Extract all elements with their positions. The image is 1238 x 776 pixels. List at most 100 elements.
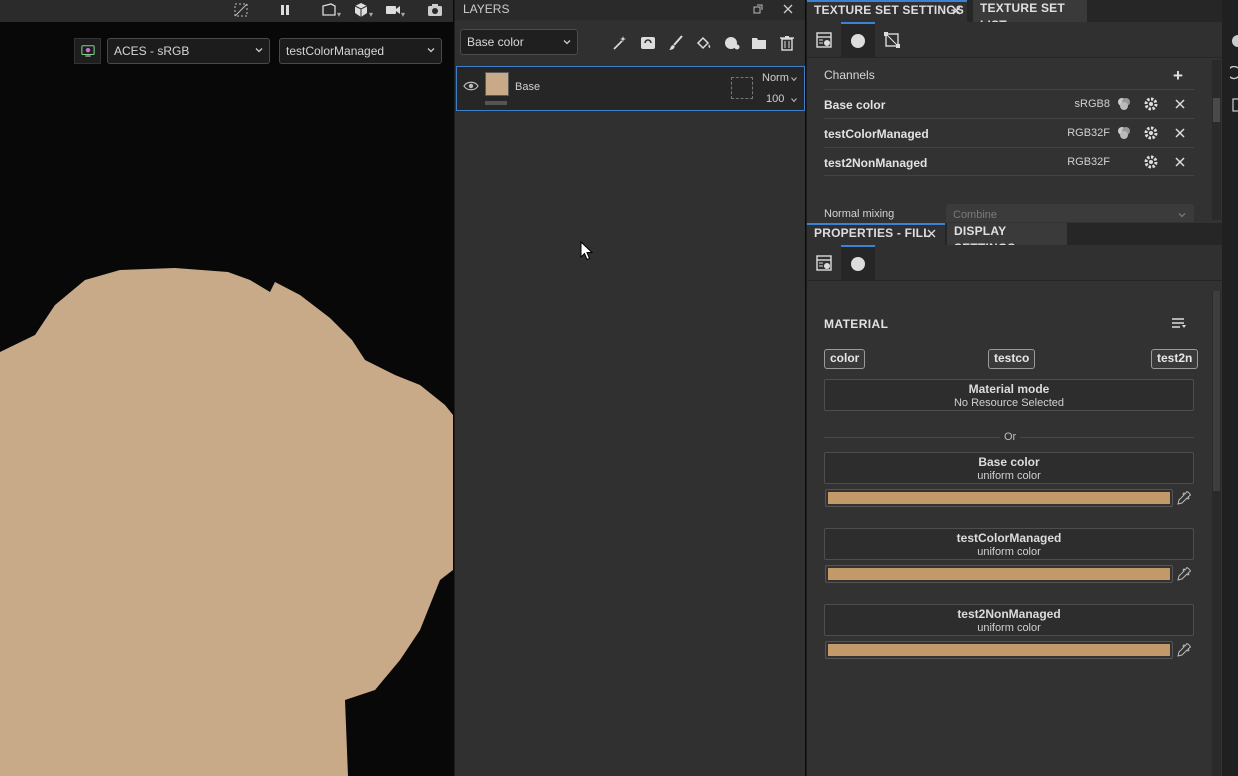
channel-format[interactable]: RGB32F [1067, 127, 1110, 139]
display-mode-icon[interactable] [74, 38, 101, 64]
3d-viewport[interactable]: ▾ ▾ ▾ ACES - sRGB testColorManaged [0, 0, 453, 776]
material-mode-slot[interactable]: Material mode No Resource Selected [824, 379, 1194, 411]
trash-icon[interactable] [777, 33, 797, 53]
channel-format[interactable]: sRGB8 [1075, 98, 1110, 110]
swatch-fill [828, 492, 1170, 504]
tss-scrollbar[interactable] [1212, 60, 1221, 220]
texture-set-settings-panel: TEXTURE SET SETTINGS TEXTURE SET LIST Ch… [807, 0, 1222, 222]
normal-mixing-select[interactable]: Combine [946, 204, 1194, 222]
gear-icon[interactable] [1143, 125, 1159, 141]
channel-row: Base color sRGB8 [824, 89, 1194, 118]
close-icon[interactable] [783, 4, 793, 14]
close-icon[interactable] [1172, 125, 1188, 141]
document-icon[interactable] [1230, 98, 1238, 112]
eyedropper-icon[interactable] [1177, 643, 1191, 657]
gear-icon[interactable] [1143, 154, 1159, 170]
material-mode-title: Material mode [968, 382, 1050, 396]
folder-icon[interactable] [749, 33, 769, 53]
chevron-down-icon [255, 48, 263, 53]
channel-view-select[interactable]: testColorManaged [279, 38, 442, 64]
channel-tag-color[interactable]: color [824, 349, 866, 369]
slot-subtitle: uniform color [977, 546, 1041, 558]
perspective-icon[interactable]: ▾ [317, 0, 341, 20]
eyedropper-icon[interactable] [1177, 491, 1191, 505]
pause-icon[interactable] [273, 0, 297, 20]
scrollbar-thumb[interactable] [1213, 291, 1220, 491]
layer-thumbnail[interactable] [485, 72, 509, 96]
colorspace-value: ACES - sRGB [114, 44, 190, 58]
base-color-swatch[interactable] [825, 489, 1173, 507]
colorspace-icon[interactable] [1116, 125, 1132, 141]
cube-icon[interactable]: ▾ [349, 0, 373, 20]
channel-format[interactable]: RGB32F [1067, 156, 1110, 168]
testcolormanaged-swatch[interactable] [825, 565, 1173, 583]
layers-title: LAYERS [463, 2, 510, 16]
props-tabbar: PROPERTIES - FILL DISPLAY SETTINGS [807, 223, 1238, 255]
layer-blend-mode[interactable]: Norm [762, 72, 789, 84]
settings-list-icon[interactable] [807, 245, 841, 281]
layer-mask-slot[interactable] [731, 77, 753, 99]
scrollbar-thumb[interactable] [1213, 98, 1220, 122]
test2nonmanaged-slot[interactable]: test2NonManaged uniform color [824, 604, 1194, 636]
channel-name: Base color [824, 98, 886, 112]
layer-thumbnail-bar [485, 101, 507, 105]
camera-video-icon[interactable]: ▾ [381, 0, 405, 20]
brush-icon[interactable] [666, 33, 686, 53]
base-color-slot[interactable]: Base color uniform color [824, 452, 1194, 484]
settings-list-icon[interactable] [807, 22, 841, 58]
tab-properties-fill[interactable]: PROPERTIES - FILL [807, 223, 945, 245]
or-label: Or [1000, 431, 1021, 443]
eye-icon[interactable] [463, 79, 479, 93]
fill-icon[interactable] [694, 33, 714, 53]
tab-label: PROPERTIES - FILL [814, 226, 931, 240]
slot-subtitle: uniform color [977, 622, 1041, 634]
channel-view-value: testColorManaged [286, 44, 385, 58]
chevron-down-icon [563, 40, 571, 45]
test2nonmanaged-swatch[interactable] [825, 641, 1173, 659]
testcolormanaged-slot[interactable]: testColorManaged uniform color [824, 528, 1194, 560]
add-channel-button[interactable]: + [1173, 66, 1183, 86]
colorspace-icon[interactable] [1116, 96, 1132, 112]
undock-icon[interactable] [753, 4, 763, 14]
gear-icon[interactable] [1143, 96, 1159, 112]
layers-panel: LAYERS Base color Base Norm 100 [454, 0, 805, 776]
mesh-render [0, 268, 453, 776]
tab-texture-set-settings[interactable]: TEXTURE SET SETTINGS [807, 0, 967, 22]
close-icon[interactable] [1172, 154, 1188, 170]
slot-title: test2NonManaged [957, 607, 1061, 621]
right-dock-strip [1222, 0, 1238, 776]
layer-item-base[interactable]: Base Norm 100 [456, 66, 805, 111]
screenshot-icon[interactable] [423, 0, 447, 20]
layer-name[interactable]: Base [515, 81, 540, 93]
channel-tag-test2n[interactable]: test2n [1151, 349, 1199, 369]
props-icon-row [807, 245, 1238, 281]
material-mode-value: No Resource Selected [953, 397, 1065, 409]
generator-icon[interactable] [638, 33, 658, 53]
hide-icon[interactable] [229, 0, 253, 20]
eyedropper-icon[interactable] [1177, 567, 1191, 581]
material-sphere-icon[interactable] [841, 245, 875, 281]
close-icon[interactable] [927, 229, 936, 238]
tab-texture-set-list[interactable]: TEXTURE SET LIST [973, 0, 1087, 32]
uv-crop-icon[interactable] [875, 22, 909, 58]
colorspace-select[interactable]: ACES - sRGB [107, 38, 270, 64]
channel-row: testColorManaged RGB32F [824, 118, 1194, 147]
props-scrollbar[interactable] [1212, 291, 1221, 776]
close-icon[interactable] [1172, 96, 1188, 112]
layer-opacity[interactable]: 100 [766, 93, 784, 105]
menu-list-icon[interactable] [1171, 316, 1187, 330]
smart-material-icon[interactable] [722, 33, 742, 53]
right-panels: TEXTURE SET SETTINGS TEXTURE SET LIST Ch… [806, 0, 1238, 776]
channel-tag-testco[interactable]: testco [988, 349, 1036, 369]
chevron-down-icon [427, 48, 435, 53]
slot-title: testColorManaged [956, 531, 1062, 545]
slot-title: Base color [978, 455, 1040, 469]
history-icon[interactable] [1230, 66, 1238, 80]
normal-mixing-value: Combine [953, 209, 998, 221]
material-sphere-icon[interactable] [1230, 34, 1238, 48]
material-sphere-icon[interactable] [841, 22, 875, 58]
magic-wand-icon[interactable] [610, 33, 630, 53]
tab-display-settings[interactable]: DISPLAY SETTINGS [947, 223, 1067, 255]
close-icon[interactable] [952, 6, 961, 15]
layer-channel-select[interactable]: Base color [460, 29, 578, 55]
